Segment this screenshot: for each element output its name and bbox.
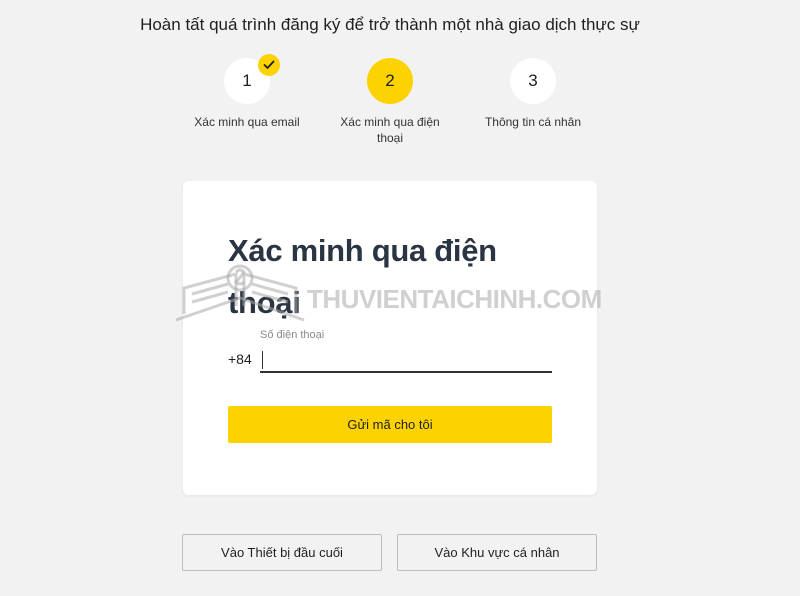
phone-field-label: Số điện thoại	[260, 329, 325, 341]
go-to-personal-area-button[interactable]: Vào Khu vực cá nhân	[397, 534, 597, 571]
registration-stepper: 1 Xác minh qua email 2 Xác minh qua điện…	[0, 54, 800, 158]
card-title: Xác minh qua điện thoại	[228, 233, 497, 320]
check-icon	[258, 54, 280, 76]
step-1-number: 1	[242, 71, 252, 90]
phone-input[interactable]	[260, 345, 552, 373]
step-1-circle: 1	[224, 54, 280, 104]
step-1-label: Xác minh qua email	[194, 115, 300, 129]
go-to-terminal-button[interactable]: Vào Thiết bị đầu cuối	[182, 534, 382, 571]
step-2-number: 2	[385, 71, 395, 90]
country-code: +84	[228, 351, 252, 367]
step-2-label: Xác minh qua điện thoại	[340, 115, 440, 145]
step-3-number: 3	[528, 71, 538, 90]
phone-verification-card: Xác minh qua điện thoại Số điện thoại +8…	[183, 181, 597, 495]
send-code-button[interactable]: Gửi mã cho tôi	[228, 406, 552, 443]
text-caret	[262, 351, 263, 369]
step-3-circle: 3	[510, 58, 556, 104]
step-phone-verification: 2 Xác minh qua điện thoại	[320, 58, 460, 146]
registration-page: Hoàn tất quá trình đăng ký để trở thành …	[0, 0, 800, 596]
page-heading: Hoàn tất quá trình đăng ký để trở thành …	[140, 15, 640, 34]
step-2-circle: 2	[367, 58, 413, 104]
step-personal-info: 3 Thông tin cá nhân	[463, 58, 603, 130]
step-3-label: Thông tin cá nhân	[484, 115, 582, 129]
step-email-verification: 1 Xác minh qua email	[177, 54, 317, 130]
